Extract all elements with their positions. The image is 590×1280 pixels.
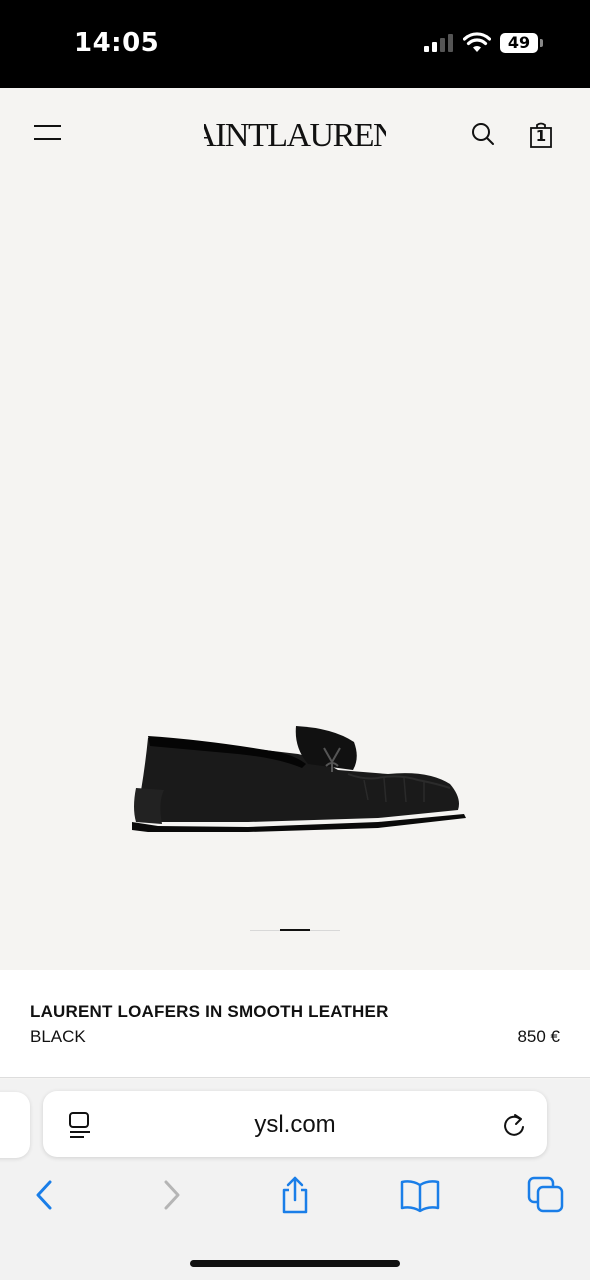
bookmarks-icon[interactable] — [400, 1175, 440, 1215]
carousel-active-dot — [280, 929, 310, 931]
address-bar[interactable]: ysl.com — [43, 1091, 547, 1157]
browser-toolbar: ysl.com — [0, 1079, 590, 1280]
product-color: BLACK — [30, 1027, 86, 1046]
battery-icon: 49 — [500, 33, 538, 53]
svg-text:SAINTLAURENT: SAINTLAURENT — [204, 117, 386, 154]
signal-icon — [424, 34, 453, 52]
battery-tip — [540, 39, 543, 47]
site-header: SAINTLAURENT 1 — [0, 88, 590, 478]
bag-icon[interactable]: 1 — [528, 121, 556, 149]
carousel-indicator[interactable] — [250, 929, 340, 932]
status-time: 14:05 — [74, 28, 160, 58]
product-info: LAURENT LOAFERS IN SMOOTH LEATHER BLACK … — [0, 970, 590, 1078]
share-icon[interactable] — [275, 1175, 315, 1215]
status-bar: 14:05 49 — [0, 0, 590, 88]
previous-tab-card[interactable] — [0, 1092, 30, 1158]
product-gallery[interactable] — [0, 180, 590, 970]
saint-laurent-logo[interactable]: SAINTLAURENT — [204, 110, 386, 154]
menu-icon[interactable] — [34, 121, 62, 143]
reload-icon[interactable] — [501, 1111, 527, 1139]
search-icon[interactable] — [470, 121, 496, 147]
product-price: 850 € — [517, 1027, 560, 1046]
url-text[interactable]: ysl.com — [43, 1111, 547, 1139]
cart-count: 1 — [535, 127, 547, 145]
back-icon[interactable] — [24, 1175, 64, 1215]
wifi-icon — [463, 32, 491, 52]
product-image-loafer — [132, 726, 466, 832]
forward-icon[interactable] — [152, 1175, 192, 1215]
product-name: LAURENT LOAFERS IN SMOOTH LEATHER — [30, 1002, 389, 1021]
home-indicator[interactable] — [190, 1260, 400, 1267]
safari-toolbar — [0, 1175, 590, 1219]
tabs-icon[interactable] — [526, 1175, 566, 1215]
